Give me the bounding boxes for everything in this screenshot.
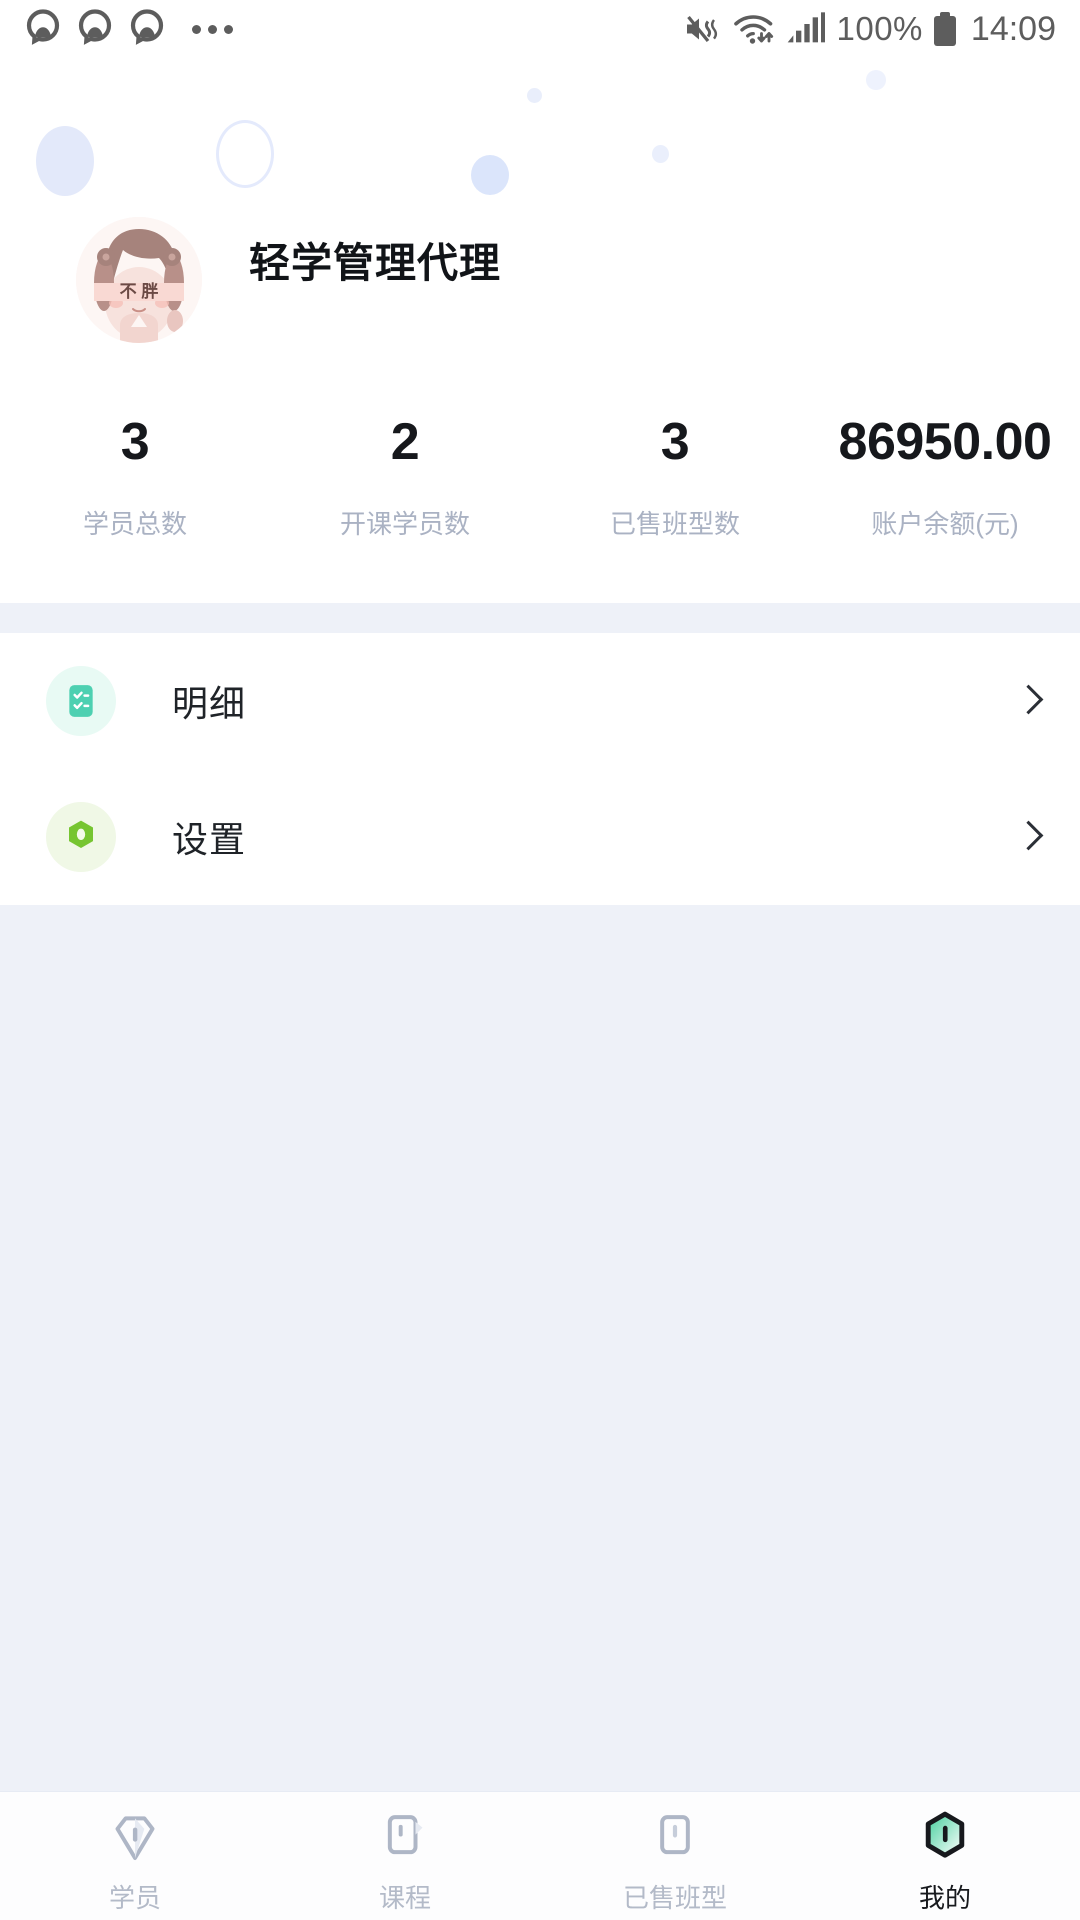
menu-item-settings[interactable]: 设置 (0, 769, 1080, 905)
tab-label: 学员 (108, 1883, 161, 1913)
section-divider (0, 603, 1080, 633)
stat-item: 3 学员总数 (0, 415, 270, 541)
wifi-icon (733, 15, 773, 44)
chevron-right-icon (1016, 817, 1038, 857)
tab-label: 已售班型 (622, 1883, 727, 1913)
battery-icon (933, 12, 956, 46)
menu-item-label: 设置 (172, 819, 247, 860)
stat-label: 学员总数 (82, 508, 187, 539)
qq-icon (78, 9, 112, 45)
battery-percent-label: 100% (836, 10, 923, 47)
stat-item: 3 已售班型数 (540, 415, 810, 541)
stat-label: 账户余额(元) (871, 508, 1019, 539)
avatar-illustration: 不 胖 (76, 217, 202, 343)
checklist-icon (46, 666, 116, 736)
menu-item-detail[interactable]: 明细 (0, 633, 1080, 769)
tab-sold-classes[interactable]: 已售班型 (540, 1806, 810, 1915)
stat-value: 3 (120, 413, 150, 471)
decorative-circle (471, 155, 509, 195)
decorative-circle (36, 126, 94, 196)
menu-list: 明细 设置 (0, 633, 1080, 905)
tab-label: 我的 (918, 1883, 971, 1913)
profile-hex-icon (917, 1806, 973, 1868)
stat-item: 2 开课学员数 (270, 415, 540, 541)
sold-class-icon (647, 1806, 703, 1868)
stat-value: 3 (660, 413, 690, 471)
avatar[interactable]: 不 胖 (76, 217, 202, 343)
decorative-circle (652, 145, 669, 163)
page-title: 轻学管理代理 (249, 240, 501, 286)
course-book-icon (377, 1806, 433, 1868)
status-bar-left (0, 8, 233, 50)
bottom-tab-bar: 学员 课程 已售班型 我的 (0, 1791, 1080, 1920)
stat-label: 开课学员数 (339, 508, 470, 539)
status-bar-right: 100% 14:09 (682, 10, 1080, 49)
chevron-right-icon (1016, 681, 1038, 721)
student-badge-icon (107, 1806, 163, 1868)
decorative-circle (216, 120, 274, 188)
menu-item-label: 明细 (172, 683, 247, 724)
qq-icon (130, 9, 164, 45)
overflow-dots-icon (192, 24, 233, 34)
stats-summary: 3 学员总数 2 开课学员数 3 已售班型数 86950.00 账户余额(元) (0, 370, 1080, 603)
stat-value: 2 (390, 413, 420, 471)
stat-value: 86950.00 (838, 413, 1052, 471)
tab-profile[interactable]: 我的 (810, 1806, 1080, 1915)
tab-students[interactable]: 学员 (0, 1806, 270, 1915)
clock-label: 14:09 (970, 9, 1056, 48)
decorative-circle (866, 70, 886, 90)
signal-bars-icon (787, 12, 825, 43)
qq-icon (26, 9, 60, 45)
stat-item: 86950.00 账户余额(元) (810, 415, 1080, 541)
mute-vibrate-icon (686, 15, 717, 43)
content-empty-area (0, 905, 1080, 1791)
stat-label: 已售班型数 (609, 508, 740, 539)
tab-courses[interactable]: 课程 (270, 1806, 540, 1915)
app-root: 100% 14:09 不 胖 轻学管理代理 3 学员总数 2 开课学员数 3 已… (0, 0, 1080, 1920)
tab-label: 课程 (378, 1883, 431, 1913)
svg-text:不 胖: 不 胖 (120, 281, 159, 301)
gear-hex-icon (46, 802, 116, 872)
status-bar: 100% 14:09 (0, 0, 1080, 58)
decorative-circle (527, 88, 542, 103)
